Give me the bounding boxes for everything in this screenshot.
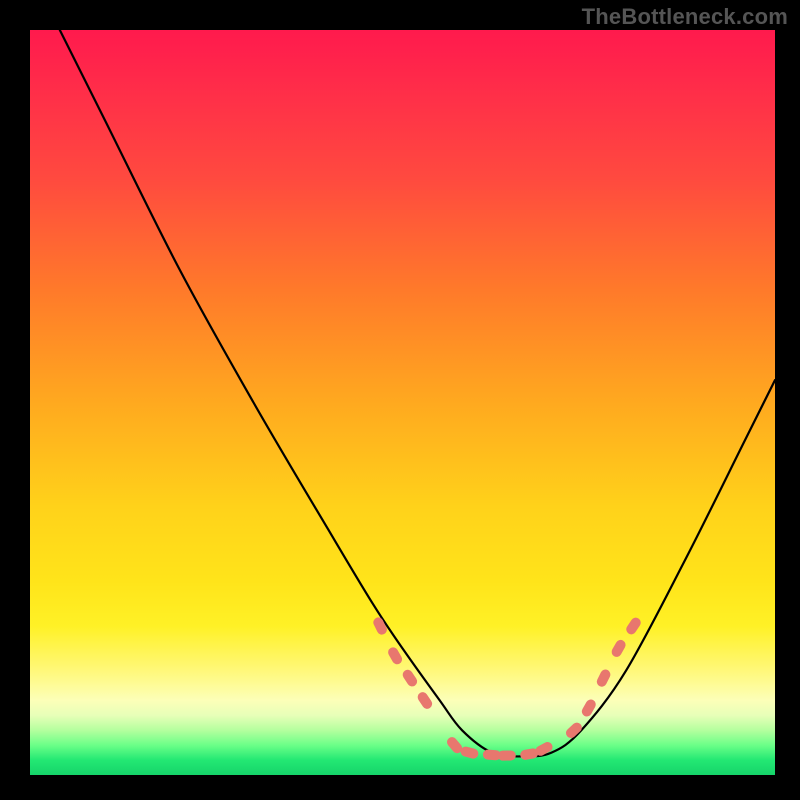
- curve-layer: [30, 30, 775, 775]
- chart-frame: TheBottleneck.com: [0, 0, 800, 800]
- plot-area: [30, 30, 775, 775]
- highlight-bead: [416, 690, 434, 711]
- bottleneck-curve: [60, 30, 775, 756]
- highlight-bead: [498, 750, 516, 760]
- highlight-bead: [595, 668, 612, 689]
- watermark-text: TheBottleneck.com: [582, 4, 788, 30]
- highlight-bead: [624, 616, 642, 637]
- highlight-bead: [460, 745, 480, 759]
- highlight-bead: [401, 668, 419, 689]
- highlight-bead: [610, 638, 628, 659]
- highlight-bead: [386, 646, 404, 667]
- marker-overlay: [372, 616, 643, 761]
